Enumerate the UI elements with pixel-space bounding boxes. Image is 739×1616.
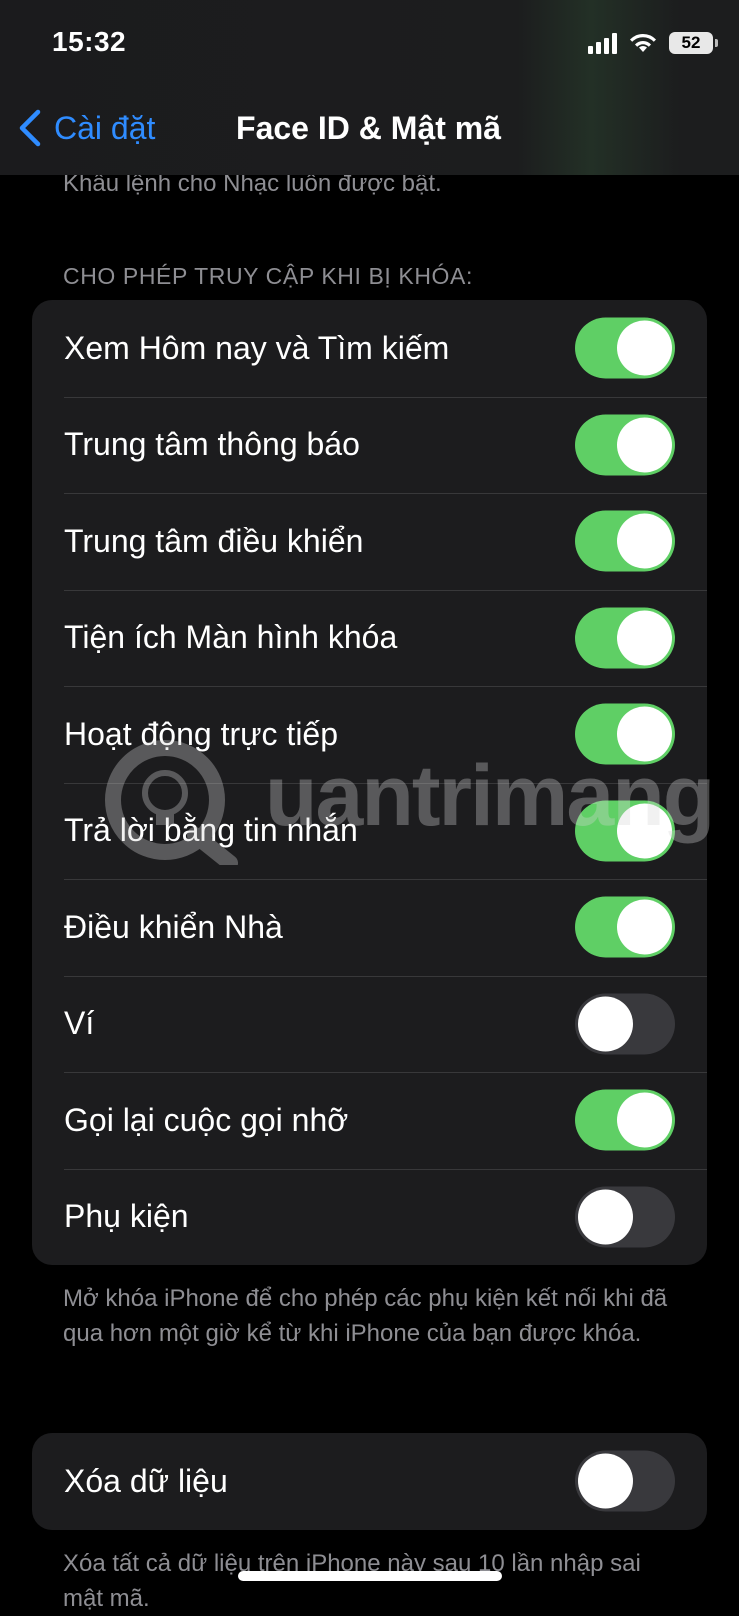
wifi-icon xyxy=(630,33,656,52)
erase-data-group: Xóa dữ liệu xyxy=(32,1433,707,1530)
toggle-knob xyxy=(617,513,672,569)
wallet-toggle[interactable] xyxy=(575,993,675,1055)
toggle-knob xyxy=(617,417,672,473)
setting-label: Tiện ích Màn hình khóa xyxy=(64,619,398,656)
erase-data-toggle[interactable] xyxy=(575,1450,675,1512)
setting-row-reply-with-message: Trả lời bằng tin nhắn xyxy=(32,782,707,880)
setting-row-control-center: Trung tâm điều khiển xyxy=(32,493,707,590)
setting-label: Phụ kiện xyxy=(64,1198,189,1235)
lock-screen-widgets-toggle[interactable] xyxy=(575,607,675,669)
erase-data-footnote: Xóa tất cả dữ liệu trên iPhone này sau 1… xyxy=(63,1550,641,1612)
setting-row-erase-data: Xóa dữ liệu xyxy=(32,1433,707,1530)
page-title: Face ID & Mật mã xyxy=(0,110,739,147)
page-title-text: Face ID & Mật mã xyxy=(236,110,501,146)
toggle-knob xyxy=(578,1189,633,1245)
section-header-lock-access: CHO PHÉP TRUY CẬP KHI BỊ KHÓA: xyxy=(63,263,473,289)
toggle-knob xyxy=(617,706,672,762)
live-activities-toggle[interactable] xyxy=(575,703,675,765)
setting-row-accessories: Phụ kiện xyxy=(32,1168,707,1266)
setting-label: Hoạt động trực tiếp xyxy=(64,715,339,752)
notification-center-toggle[interactable] xyxy=(575,414,675,476)
return-missed-calls-toggle[interactable] xyxy=(575,1089,675,1151)
toggle-knob xyxy=(617,1092,672,1148)
reply-with-message-toggle[interactable] xyxy=(575,800,675,862)
cellular-signal-icon xyxy=(588,32,617,54)
status-icons: 52 xyxy=(588,32,718,54)
setting-row-notification-center: Trung tâm thông báo xyxy=(32,396,707,494)
status-time: 15:32 xyxy=(52,26,127,57)
setting-label: Xem Hôm nay và Tìm kiếm xyxy=(64,329,450,366)
setting-row-home-control: Điều khiển Nhà xyxy=(32,879,707,976)
setting-label: Xóa dữ liệu xyxy=(64,1462,228,1499)
setting-row-lock-screen-widgets: Tiện ích Màn hình khóa xyxy=(32,589,707,687)
accessories-footnote: Mở khóa iPhone để cho phép các phụ kiện … xyxy=(63,1285,668,1347)
setting-row-wallet: Ví xyxy=(32,975,707,1073)
home-indicator[interactable] xyxy=(238,1571,502,1581)
setting-label: Trả lời bằng tin nhắn xyxy=(64,812,358,849)
setting-label: Gọi lại cuộc gọi nhỡ xyxy=(64,1101,349,1138)
setting-label: Ví xyxy=(64,1005,95,1042)
toggle-knob xyxy=(617,899,672,955)
toggle-knob xyxy=(617,610,672,666)
today-search-toggle[interactable] xyxy=(575,317,675,379)
toggle-knob xyxy=(578,1453,633,1509)
setting-row-return-missed-calls: Gọi lại cuộc gọi nhỡ xyxy=(32,1072,707,1169)
toggle-knob xyxy=(617,803,672,859)
home-control-toggle[interactable] xyxy=(575,896,675,958)
lock-access-group: Xem Hôm nay và Tìm kiếm Trung tâm thông … xyxy=(32,300,707,1265)
header: 15:32 52 Cài đặt Face ID & Mật mã xyxy=(0,0,739,175)
setting-row-today-search: Xem Hôm nay và Tìm kiếm xyxy=(32,300,707,397)
setting-label: Trung tâm điều khiển xyxy=(64,522,364,559)
accessories-toggle[interactable] xyxy=(575,1186,675,1248)
toggle-knob xyxy=(617,320,672,376)
toggle-knob xyxy=(578,996,633,1052)
setting-row-live-activities: Hoạt động trực tiếp xyxy=(32,686,707,783)
battery-icon: 52 xyxy=(669,32,718,54)
setting-label: Điều khiển Nhà xyxy=(64,908,283,945)
control-center-toggle[interactable] xyxy=(575,510,675,572)
setting-label: Trung tâm thông báo xyxy=(64,426,360,463)
